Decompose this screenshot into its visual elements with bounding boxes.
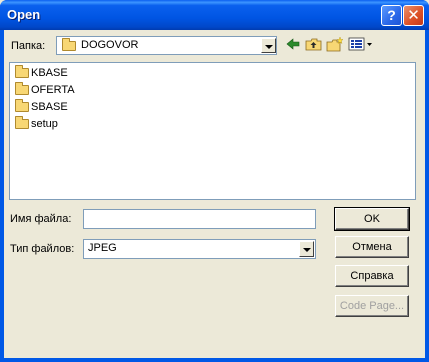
help-button[interactable]: Справка <box>335 265 409 287</box>
dialog-title: Open <box>7 7 41 22</box>
file-type-combo[interactable]: JPEG <box>83 239 316 259</box>
file-type-label: Тип файлов: <box>10 243 75 255</box>
code-page-button[interactable]: Code Page... <box>335 295 409 317</box>
list-item[interactable]: KBASE <box>15 65 68 81</box>
back-icon[interactable] <box>284 36 302 52</box>
look-in-combo[interactable]: DOGOVOR <box>56 36 277 55</box>
file-name: KBASE <box>31 67 68 79</box>
list-item[interactable]: setup <box>15 116 58 132</box>
new-folder-icon[interactable] <box>326 36 344 52</box>
folder-icon <box>62 38 76 51</box>
list-item[interactable]: SBASE <box>15 99 68 115</box>
list-item[interactable]: OFERTA <box>15 82 75 98</box>
file-name: setup <box>31 118 58 130</box>
close-button[interactable]: ✕ <box>403 5 424 26</box>
folder-icon <box>15 116 29 130</box>
look-in-label: Папка: <box>11 40 46 52</box>
file-name-label: Имя файла: <box>10 213 72 225</box>
folder-icon <box>15 82 29 96</box>
up-folder-icon[interactable] <box>305 36 323 52</box>
file-name-input[interactable] <box>83 209 316 229</box>
dialog-body: Папка: DOGOVOR KBASE OFERTA SBASE setup … <box>4 30 425 358</box>
cancel-button[interactable]: Отмена <box>335 236 409 258</box>
title-bar[interactable]: Open ? ✕ <box>0 0 429 30</box>
help-titlebar-button[interactable]: ? <box>381 5 402 26</box>
look-in-value: DOGOVOR <box>81 39 139 51</box>
file-name: OFERTA <box>31 84 75 96</box>
file-type-value: JPEG <box>88 242 117 254</box>
chevron-down-icon[interactable] <box>261 38 276 53</box>
view-menu-icon[interactable] <box>348 36 374 52</box>
chevron-down-icon[interactable] <box>299 241 314 257</box>
open-dialog: Open ? ✕ Папка: DOGOVOR KBASE OFERTA SBA… <box>0 0 429 362</box>
ok-button[interactable]: OK <box>334 207 410 231</box>
file-name: SBASE <box>31 101 68 113</box>
folder-icon <box>15 99 29 113</box>
folder-icon <box>15 65 29 79</box>
file-list[interactable]: KBASE OFERTA SBASE setup <box>9 62 416 200</box>
